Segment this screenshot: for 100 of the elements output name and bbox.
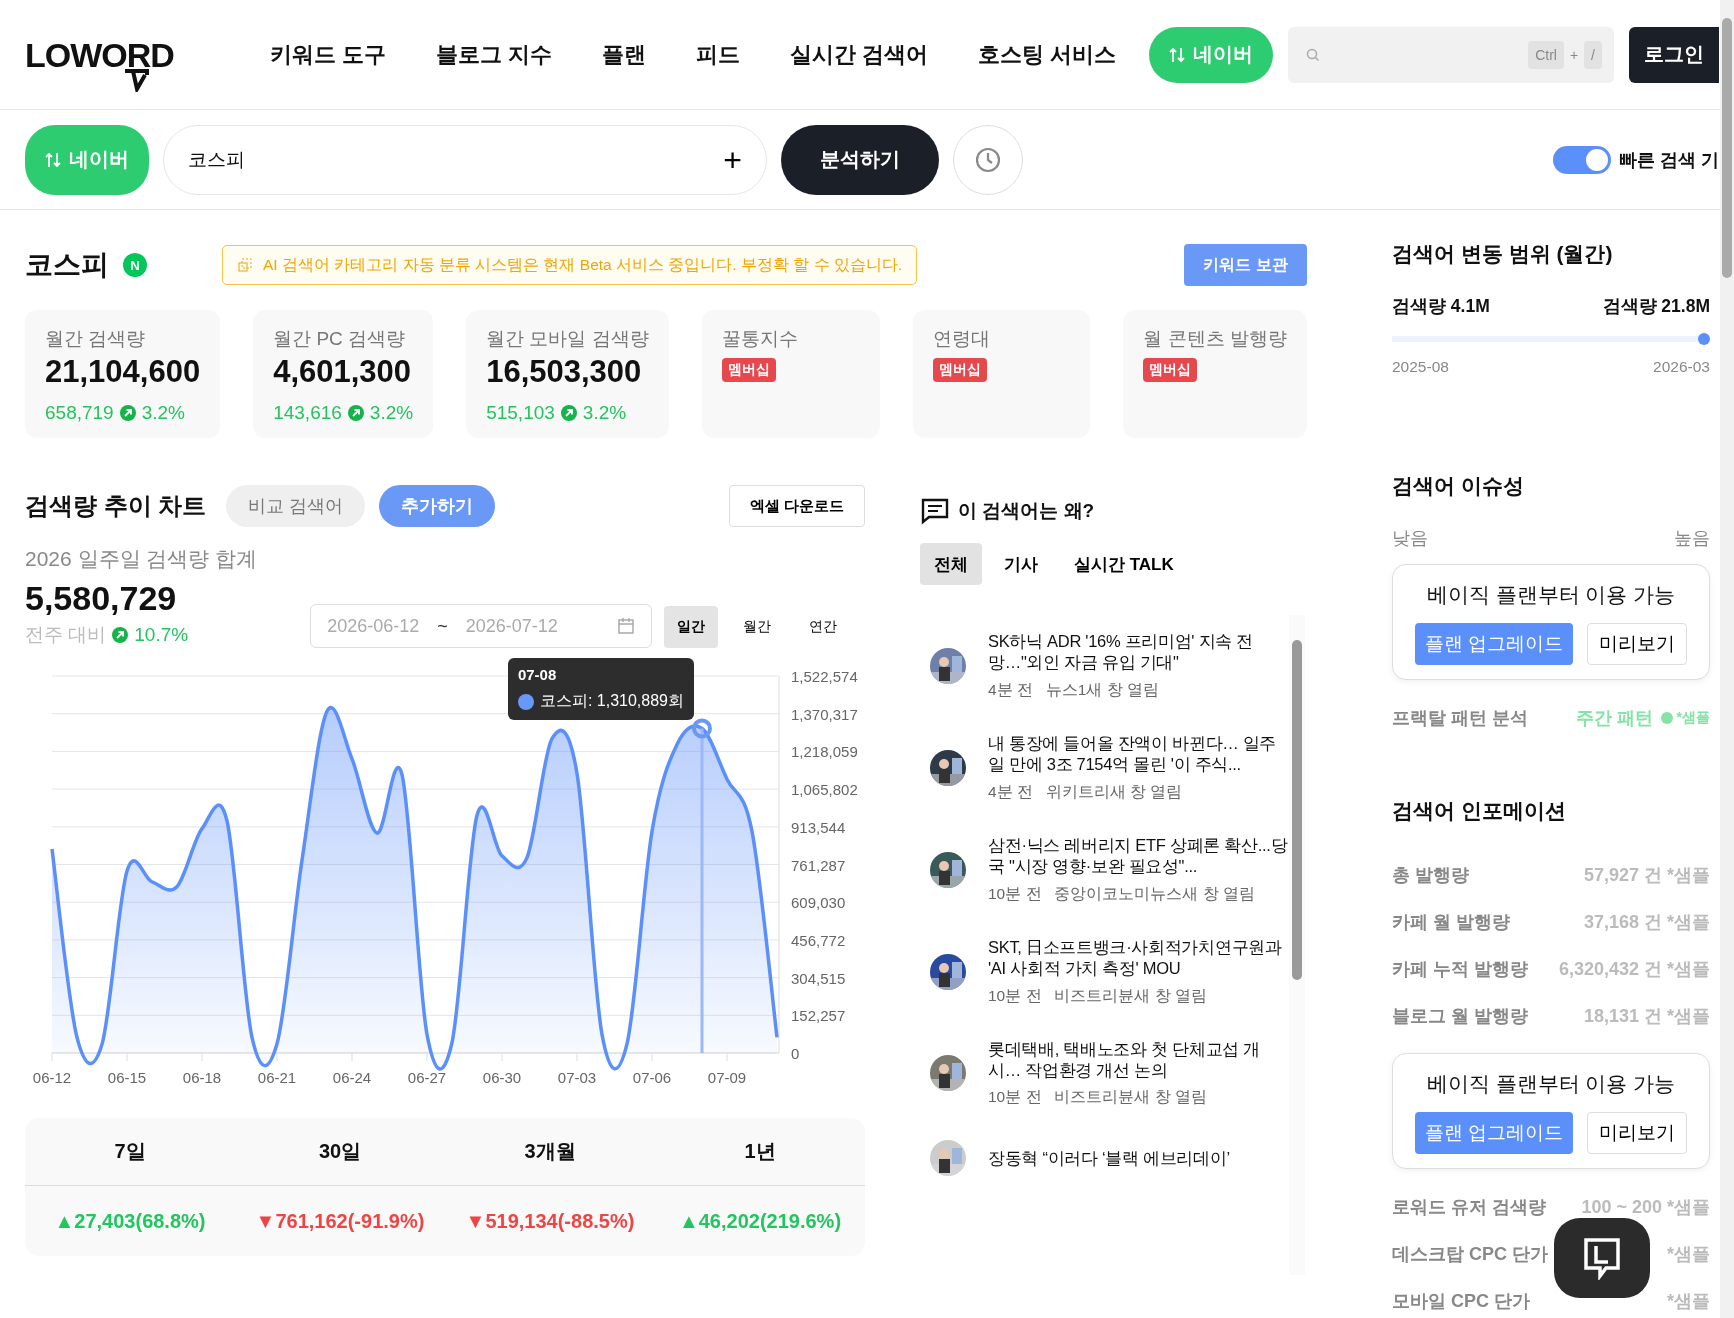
section-title: 검색어 인포메이션: [1392, 798, 1567, 824]
shortcut-key: Ctrl: [1528, 40, 1564, 69]
info-label: 총 발행량: [1392, 863, 1469, 887]
stat-delta: 658,719: [45, 402, 114, 424]
stat-percent: 3.2%: [369, 402, 414, 424]
stat-percent: 3.2%: [582, 402, 627, 424]
chart-subtitle: 2026 일주일 검색량 합계: [25, 546, 259, 572]
section-title: 검색어 이슈성: [1392, 473, 1525, 499]
axis-label: 152,257: [791, 1007, 846, 1025]
date-range-field[interactable]: 2026-06-12 ~ 2026-07-12: [310, 604, 653, 648]
range-separator: ~: [437, 615, 448, 637]
stat-label: 월간 모바일 검색량: [486, 327, 649, 351]
shortcut-key: /: [1584, 40, 1602, 69]
info-value: 100 ~ 200 *샘플: [1581, 1195, 1710, 1219]
period-tab[interactable]: 일간: [664, 606, 719, 648]
info-label: 프랙탈 패턴 분석: [1392, 706, 1528, 730]
compare-percent: 10.7%: [134, 624, 189, 646]
chat-button[interactable]: [1554, 1218, 1650, 1298]
preview-button[interactable]: 미리보기: [1587, 623, 1687, 665]
section-title: 검색어 변동 범위 (월간): [1392, 241, 1614, 267]
copy-icon: [237, 257, 253, 273]
stat-label: 월간 검색량: [45, 327, 147, 351]
clock-icon: [974, 145, 1002, 174]
range-end: 2026-03: [1653, 358, 1710, 376]
logo-icon: [1582, 1236, 1622, 1280]
news-headline[interactable]: 내 통장에 들어올 잔액이 바뀐다… 일주일 만에 3조 7154억 몰린 '이 주식...: [988, 732, 1288, 776]
news-headline[interactable]: 삼전·닉스 레버리지 ETF 상폐론 확산...당국 "시장 영향·보완 필요성"...: [988, 834, 1288, 878]
excel-download-button[interactable]: 엑셀 다운로드: [729, 485, 865, 527]
news-headline[interactable]: 장동혁 “이러다 ‘블랙 에브리데이’: [988, 1147, 1288, 1170]
news-headline[interactable]: SKT, 日소프트뱅크·사회적가치연구원과 'AI 사회적 가치 측정' MOU: [988, 936, 1288, 980]
nav-link[interactable]: 실시간 검색어: [790, 39, 929, 70]
naver-badge: N: [123, 253, 147, 277]
range-start: 2025-08: [1392, 358, 1449, 376]
stat-label: 월 콘텐츠 발행량: [1143, 327, 1287, 351]
news-meta: 4분 전 위키트리새 창 열림: [988, 781, 1184, 802]
upgrade-message: 베이직 플랜부터 이용 가능: [1426, 582, 1676, 608]
axis-label: 06-21: [257, 1069, 297, 1086]
membership-badge: 멤버십: [721, 358, 776, 382]
search-icon: [1306, 47, 1320, 62]
news-title: 이 검색어는 왜?: [958, 499, 1095, 523]
add-button[interactable]: +: [723, 143, 742, 176]
membership-badge: 멤버십: [932, 358, 987, 382]
table-cell: ▲46,202(219.6%): [678, 1209, 842, 1233]
column-header: 30일: [318, 1139, 362, 1164]
login-button[interactable]: 로그인: [1629, 26, 1719, 83]
range-min: 검색량 4.1M: [1392, 295, 1490, 318]
page-scrollbar[interactable]: [1720, 0, 1734, 1318]
axis-label: 07-09: [707, 1069, 747, 1086]
info-value: 57,927 건 *샘플: [1583, 863, 1710, 887]
news-meta: 10분 전 중앙이코노미뉴스새 창 열림: [988, 883, 1257, 904]
stat-delta: 515,103: [486, 402, 555, 424]
stat-percent: 3.2%: [141, 402, 185, 424]
news-tab[interactable]: 전체: [920, 543, 982, 585]
info-label: 데스크탑 CPC 단가: [1392, 1242, 1548, 1266]
tooltip-value: 코스피: 1,310,889회: [539, 691, 684, 711]
range-thumb[interactable]: [1698, 333, 1710, 345]
nav-link[interactable]: 플랜: [602, 39, 647, 70]
axis-label: 1,522,574: [791, 668, 858, 685]
trend-up-icon: [112, 627, 129, 643]
logo[interactable]: LOWORD: [25, 25, 215, 96]
news-headline[interactable]: SK하닉 ADR '16% 프리미엄' 지속 전망…"외인 자금 유입 기대": [988, 631, 1288, 674]
stat-value: 16,503,300: [486, 354, 643, 390]
news-headline[interactable]: 롯데택배, 택배노조와 첫 단체교섭 개시… 작업환경 개선 논의: [988, 1038, 1288, 1082]
nav-link[interactable]: 블로그 지수: [436, 39, 553, 70]
axis-label: 609,030: [791, 894, 846, 912]
weekly-total: 5,580,729: [25, 579, 178, 618]
nav-link[interactable]: 피드: [696, 39, 741, 70]
nav-link[interactable]: 키워드 도구: [270, 39, 387, 70]
tooltip-date: 07-08: [517, 666, 558, 683]
keyword-title: 코스피: [25, 248, 109, 282]
info-value: 37,168 건 *샘플: [1583, 910, 1710, 934]
axis-label: 06-15: [107, 1069, 147, 1086]
end-date: 2026-07-12: [465, 615, 558, 637]
axis-label: 07-06: [632, 1069, 672, 1086]
compare-label: 전주 대비: [25, 623, 107, 647]
shortcut-plus: +: [1569, 46, 1579, 63]
stat-value: 21,104,600: [45, 354, 201, 390]
axis-label: 0: [791, 1045, 800, 1062]
analyze-button[interactable]: 분석하기: [781, 124, 939, 195]
scrollbar[interactable]: [1289, 615, 1305, 1275]
trend-up-icon: [347, 405, 364, 421]
preview-button[interactable]: 미리보기: [1587, 1112, 1687, 1154]
info-label: 로워드 유저 검색량: [1392, 1195, 1546, 1219]
info-value: 주간 패턴: [1575, 706, 1653, 730]
swap-icon: [45, 150, 61, 169]
sample-note: *샘플: [1676, 708, 1710, 727]
stat-delta: 143,616: [273, 402, 342, 424]
quick-search-toggle[interactable]: [1553, 145, 1611, 174]
stat-label: 월간 PC 검색량: [273, 327, 407, 351]
info-value: *샘플: [1667, 1289, 1710, 1313]
info-value: 6,320,432 건 *샘플: [1558, 957, 1710, 981]
nav-link[interactable]: 호스팅 서비스: [978, 39, 1117, 70]
status-dot: [1660, 711, 1673, 724]
table-cell: ▼519,134(-88.5%): [465, 1209, 635, 1233]
axis-label: 304,515: [791, 969, 846, 987]
info-label: 블로그 월 발행량: [1392, 1004, 1528, 1028]
axis-label: 06-27: [407, 1069, 447, 1086]
stat-label: 꿀통지수: [721, 327, 799, 351]
scale-high: 높음: [1674, 527, 1710, 550]
compare-button[interactable]: 비교 검색어: [226, 485, 366, 527]
